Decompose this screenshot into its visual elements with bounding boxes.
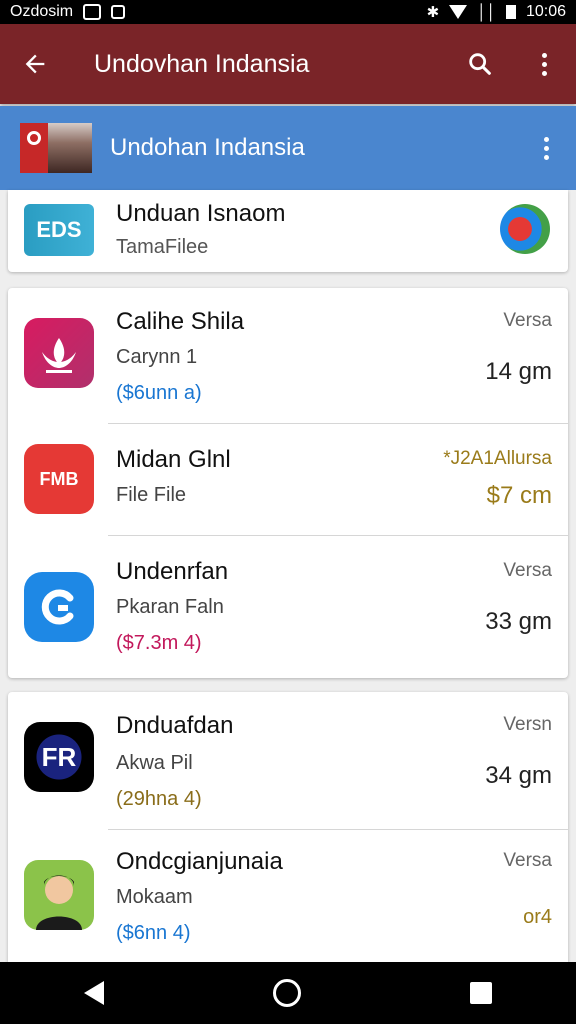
album-art-icon: FR	[24, 722, 94, 792]
bluetooth-icon: ✱	[426, 4, 440, 21]
search-icon[interactable]	[448, 24, 512, 104]
item-size: $7 cm	[486, 482, 552, 509]
system-nav-bar	[0, 962, 576, 1024]
item-version: Versa	[503, 310, 552, 331]
item-name: Undenrfan	[116, 558, 229, 585]
item-price: ($6nn 4)	[116, 922, 191, 944]
item-name: Midan Glnl	[116, 446, 231, 473]
featured-name: Unduan Isnaom	[116, 200, 286, 227]
nav-recents-icon[interactable]	[469, 982, 492, 1004]
featured-subtitle: TamaFilee	[116, 236, 209, 258]
sim-icon	[83, 4, 102, 20]
item-price: ($7.3m 4)	[116, 632, 202, 654]
lotus-icon	[24, 318, 94, 388]
signal-icon: ││	[477, 3, 496, 21]
nav-home-icon[interactable]	[272, 979, 301, 1007]
g-logo-icon	[24, 572, 94, 642]
item-version: Versa	[503, 560, 552, 581]
item-subtitle: File File	[116, 484, 187, 506]
back-arrow-icon[interactable]	[0, 24, 70, 104]
item-subtitle: Pkaran Faln	[116, 596, 224, 618]
item-name: Dnduafdan	[116, 712, 234, 739]
item-size: 33 gm	[485, 608, 552, 635]
item-price: (29hna 4)	[116, 788, 202, 810]
notification-icon	[111, 5, 126, 19]
channel-menu-icon[interactable]	[516, 136, 576, 160]
channel-title: Undohan Indansia	[110, 134, 305, 161]
item-subtitle: Carynn 1	[116, 346, 198, 368]
clock: 10:06	[525, 3, 566, 20]
battery-icon	[505, 5, 516, 19]
status-bar: Ozdosim ✱ ││ 10:06	[0, 0, 576, 24]
item-size: 14 gm	[485, 358, 552, 385]
eds-icon: EDS	[24, 204, 94, 256]
item-name: Ondcgianjunaia	[116, 848, 283, 875]
channel-header[interactable]: Undohan Indansia	[0, 106, 576, 190]
list-item[interactable]: FMB Midan Glnl File File *J2A1Allursa $7…	[8, 424, 568, 536]
status-right: ✱ ││ 10:06	[427, 3, 566, 21]
item-size: 34 gm	[485, 762, 552, 789]
channel-thumbnail	[20, 123, 92, 173]
item-version: *J2A1Allursa	[443, 448, 552, 469]
list-item[interactable]: Undenrfan Pkaran Faln ($7.3m 4) Versa 33…	[8, 536, 568, 678]
item-size: or4	[523, 906, 552, 928]
person-avatar-icon	[24, 860, 94, 930]
item-price: ($6unn a)	[116, 382, 202, 404]
item-version: Versa	[503, 850, 552, 871]
carrier-label: Ozdosim	[10, 3, 74, 20]
app-list-card: Calihe Shila Carynn 1 ($6unn a) Versa 14…	[8, 288, 568, 678]
status-left: Ozdosim	[10, 3, 126, 21]
app-bar: Undovhan Indansia	[0, 24, 576, 104]
list-item[interactable]: Calihe Shila Carynn 1 ($6unn a) Versa 14…	[8, 288, 568, 424]
item-name: Calihe Shila	[116, 308, 245, 335]
app-list-card: FR Dnduafdan Akwa Pil (29hna 4) Versn 34…	[8, 692, 568, 964]
nav-back-icon[interactable]	[84, 981, 105, 1005]
item-version: Versn	[503, 714, 552, 735]
item-subtitle: Akwa Pil	[116, 752, 193, 774]
item-subtitle: Mokaam	[116, 886, 193, 908]
avatar[interactable]	[500, 204, 550, 254]
overflow-menu-icon[interactable]	[512, 24, 576, 104]
featured-card[interactable]: EDS Unduan Isnaom TamaFilee	[8, 190, 568, 272]
app-title: Undovhan Indansia	[94, 49, 310, 78]
list-item[interactable]: FR Dnduafdan Akwa Pil (29hna 4) Versn 34…	[8, 692, 568, 830]
fmb-icon: FMB	[24, 444, 94, 514]
list-item[interactable]: Ondcgianjunaia Mokaam ($6nn 4) Versa or4	[8, 830, 568, 964]
wifi-icon	[449, 5, 468, 19]
